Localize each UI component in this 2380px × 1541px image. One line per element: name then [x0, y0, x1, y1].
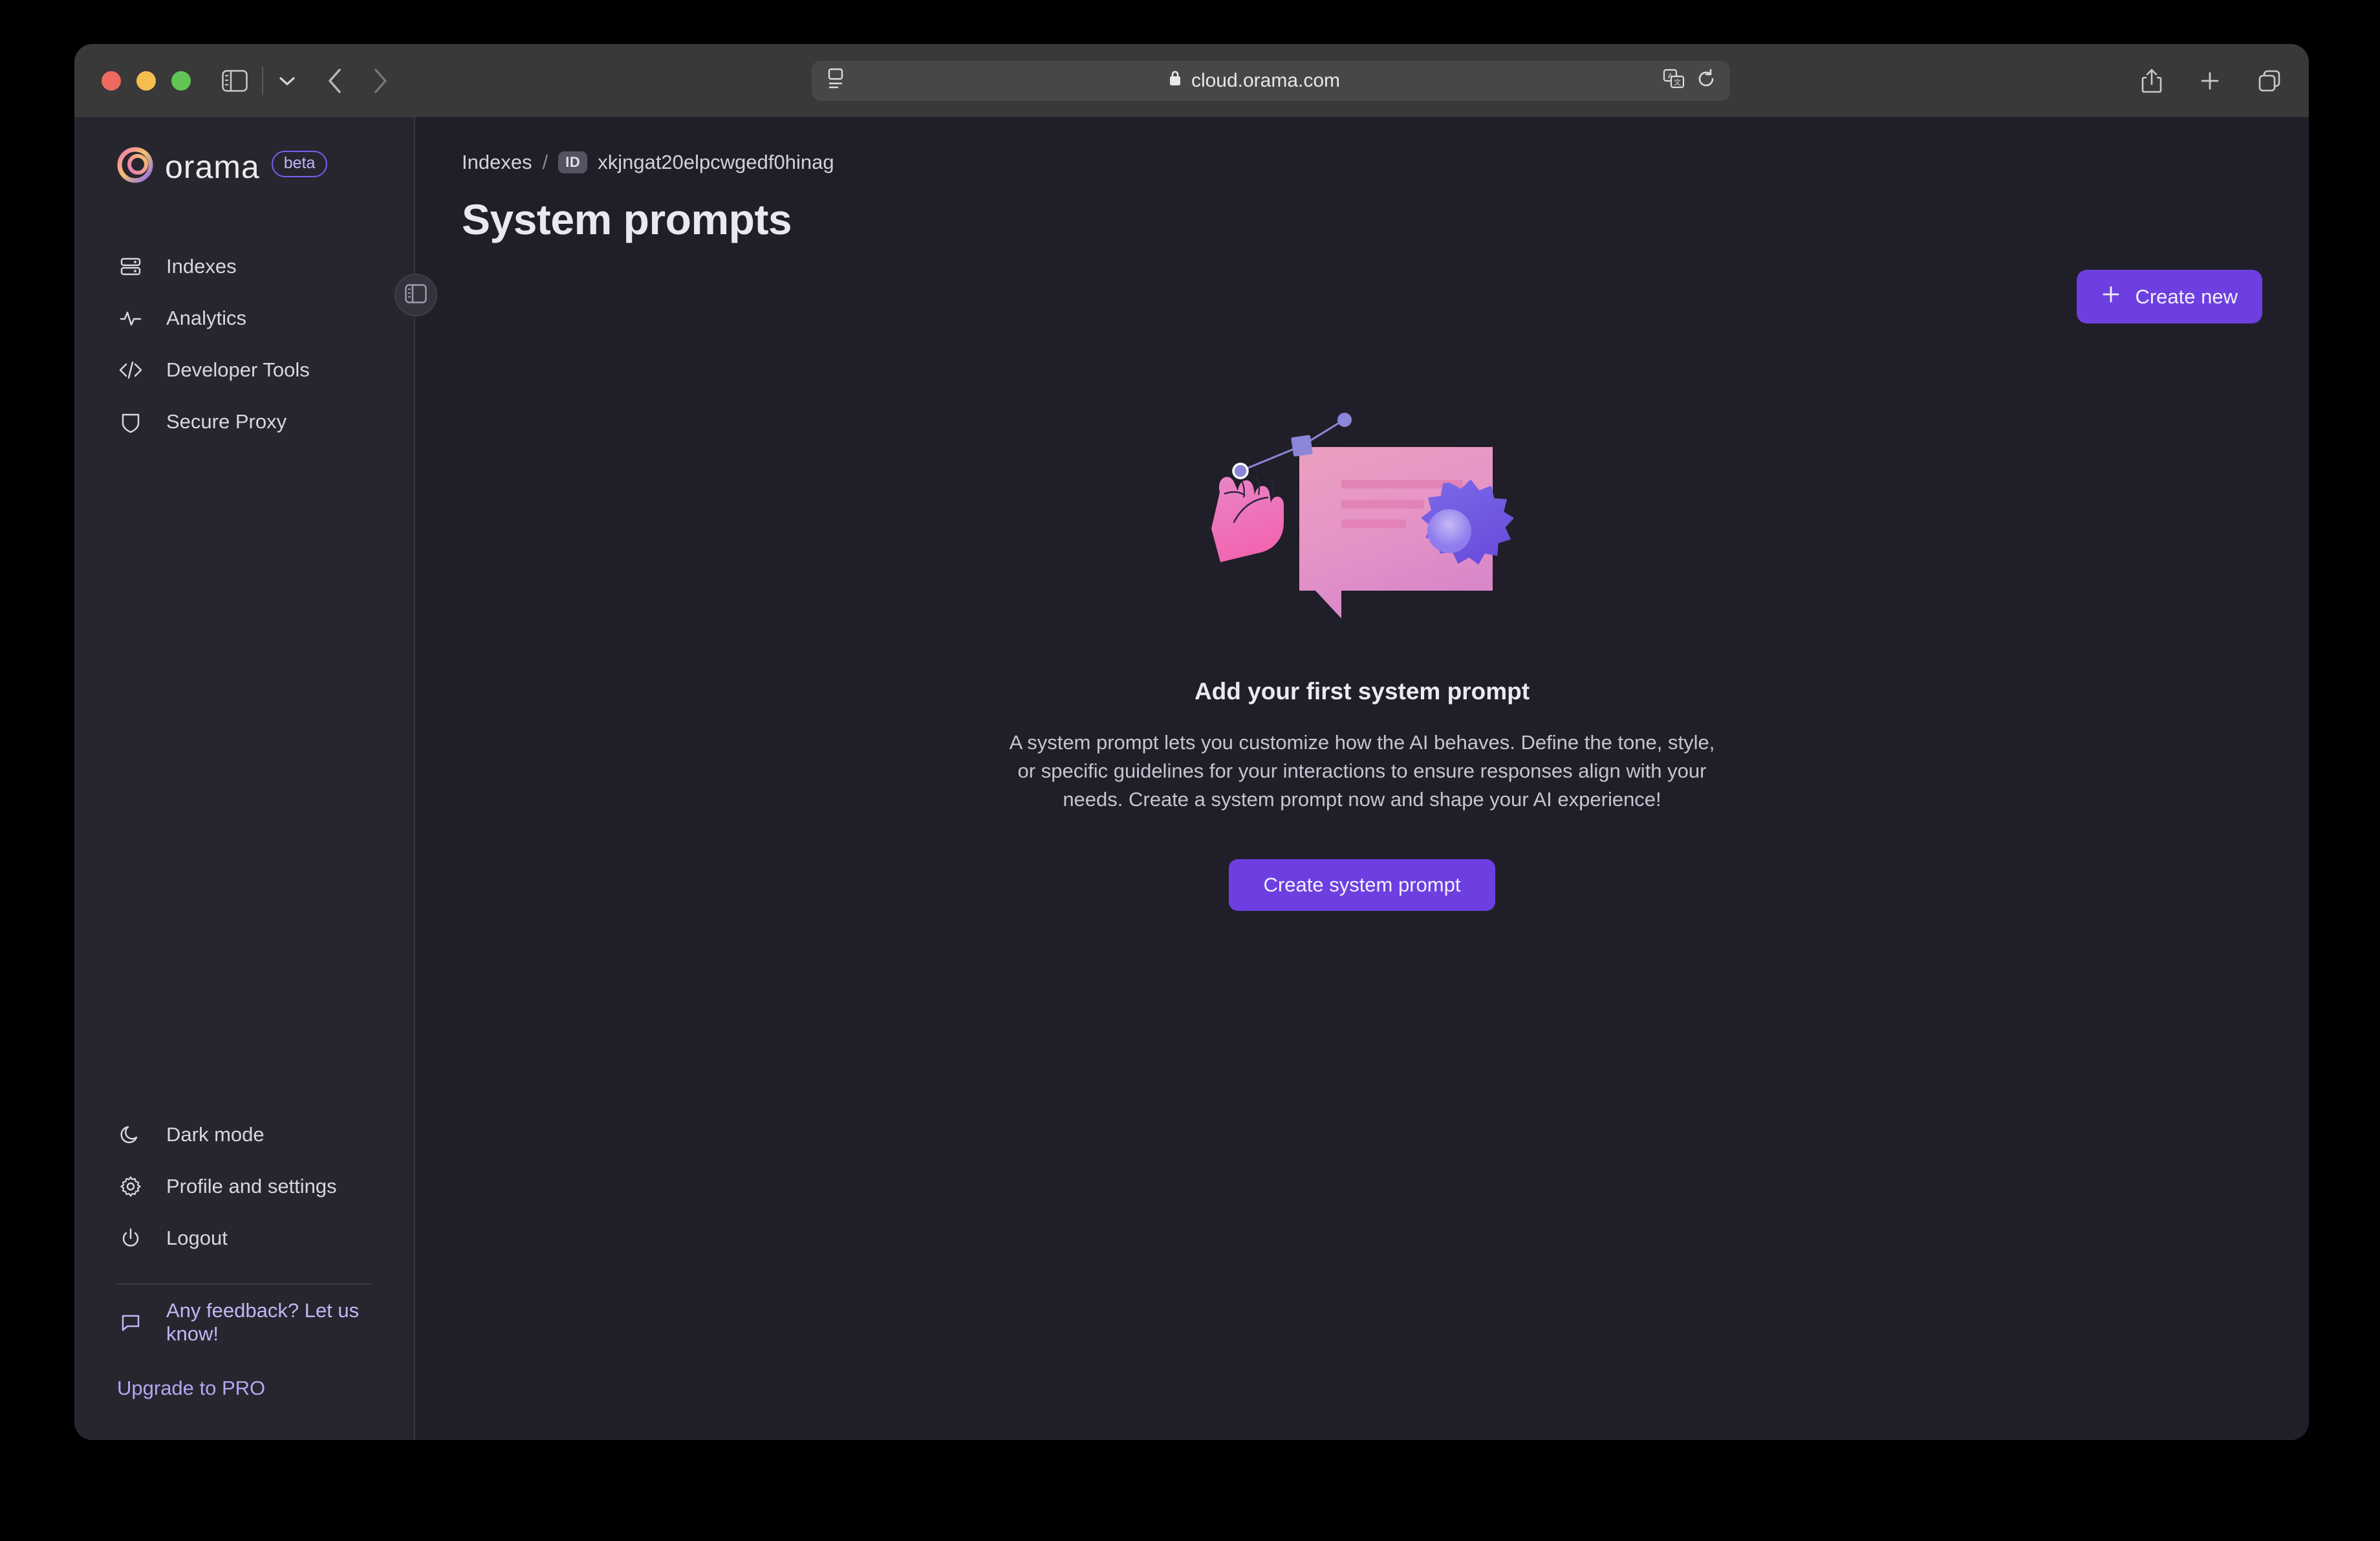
- sidebar-item-label: Secure Proxy: [166, 410, 287, 433]
- browser-toolbar: cloud.orama.com A文: [74, 44, 2309, 117]
- lock-icon: [1168, 69, 1182, 93]
- back-arrow-icon[interactable]: [327, 67, 343, 94]
- sidebar-item-secure-proxy[interactable]: Secure Proxy: [99, 396, 389, 448]
- primary-navigation: Indexes Analytics Developer Tools Secure…: [99, 241, 389, 448]
- sidebar-item-analytics[interactable]: Analytics: [99, 292, 389, 344]
- brand-name: orama: [165, 148, 260, 185]
- sidebar-collapse-button[interactable]: [395, 274, 437, 316]
- sidebar-toggle-icon[interactable]: [222, 69, 248, 92]
- upgrade-to-pro-link[interactable]: Upgrade to PRO: [99, 1360, 389, 1440]
- create-new-label: Create new: [2135, 285, 2238, 308]
- power-icon: [117, 1227, 144, 1249]
- orama-logo-icon: [117, 147, 153, 186]
- plus-icon: [2101, 285, 2121, 309]
- reader-view-icon[interactable]: [826, 67, 845, 94]
- empty-state: Add your first system prompt A system pr…: [415, 395, 2309, 912]
- minimize-window-button[interactable]: [136, 71, 156, 91]
- sidebar-item-indexes[interactable]: Indexes: [99, 241, 389, 292]
- share-icon[interactable]: [2141, 67, 2163, 94]
- sidebar-item-feedback[interactable]: Any feedback? Let us know!: [99, 1285, 389, 1360]
- url-text: cloud.orama.com: [1191, 69, 1341, 91]
- sidebar: orama beta Indexes Analytics Developer T…: [74, 117, 415, 1440]
- svg-text:文: 文: [1674, 78, 1681, 87]
- create-system-prompt-button[interactable]: Create system prompt: [1228, 859, 1496, 912]
- activity-icon: [117, 307, 144, 330]
- toolbar-divider: [262, 66, 263, 95]
- window-traffic-lights: [102, 71, 191, 91]
- chevron-down-icon[interactable]: [277, 74, 297, 87]
- reload-icon[interactable]: [1696, 69, 1716, 93]
- translate-icon[interactable]: A文: [1663, 69, 1685, 93]
- empty-state-title: Add your first system prompt: [1194, 678, 1530, 705]
- breadcrumb-index-id[interactable]: xkjngat20elpcwgedf0hinag: [598, 151, 834, 174]
- empty-state-description: A system prompt lets you customize how t…: [1009, 731, 1715, 811]
- sidebar-item-label: Dark mode: [166, 1123, 265, 1146]
- sidebar-item-label: Logout: [166, 1227, 228, 1249]
- breadcrumb-separator: /: [542, 151, 548, 173]
- moon-icon: [117, 1124, 144, 1146]
- sidebar-item-profile-settings[interactable]: Profile and settings: [99, 1161, 389, 1212]
- tab-overview-icon[interactable]: [2257, 69, 2282, 93]
- close-window-button[interactable]: [102, 71, 121, 91]
- brand-logo[interactable]: orama beta: [99, 117, 389, 186]
- id-badge: ID: [558, 151, 588, 173]
- sidebar-item-dark-mode[interactable]: Dark mode: [99, 1109, 389, 1161]
- create-new-button[interactable]: Create new: [2077, 270, 2262, 323]
- sidebar-bottom-navigation: Dark mode Profile and settings Logout An…: [99, 1109, 389, 1440]
- main-content: Indexes / ID xkjngat20elpcwgedf0hinag Sy…: [415, 117, 2309, 1440]
- sidebar-item-label: Profile and settings: [166, 1175, 337, 1197]
- sidebar-item-label: Indexes: [166, 255, 237, 278]
- sidebar-item-logout[interactable]: Logout: [99, 1212, 389, 1264]
- navigation-arrows: [327, 67, 389, 94]
- app-body: orama beta Indexes Analytics Developer T…: [74, 117, 2309, 1440]
- sidebar-item-label: Analytics: [166, 307, 247, 329]
- sidebar-collapse-icon: [405, 283, 427, 307]
- shield-icon: [117, 410, 144, 433]
- breadcrumb-root-link[interactable]: Indexes: [462, 151, 532, 174]
- sidebar-item-label: Developer Tools: [166, 358, 310, 381]
- url-text-container: cloud.orama.com: [845, 69, 1663, 93]
- browser-window: cloud.orama.com A文 orama beta Indexes An…: [74, 44, 2309, 1440]
- gear-icon: [117, 1175, 144, 1197]
- forward-arrow-icon[interactable]: [372, 67, 389, 94]
- sidebar-item-label: Any feedback? Let us know!: [166, 1299, 360, 1345]
- address-bar[interactable]: cloud.orama.com A文: [812, 60, 1730, 101]
- code-brackets-icon: [117, 358, 144, 382]
- plus-icon[interactable]: [2199, 70, 2221, 92]
- page-title: System prompts: [462, 195, 792, 243]
- chat-bubble-icon: [117, 1311, 144, 1333]
- maximize-window-button[interactable]: [171, 71, 191, 91]
- address-bar-actions: A文: [1663, 69, 1716, 93]
- beta-badge: beta: [271, 151, 328, 177]
- toolbar-right-actions: [2141, 67, 2282, 94]
- empty-state-illustration: [1194, 395, 1530, 618]
- breadcrumb: Indexes / ID xkjngat20elpcwgedf0hinag: [462, 151, 2262, 174]
- sidebar-item-developer-tools[interactable]: Developer Tools: [99, 344, 389, 396]
- server-stack-icon: [117, 255, 144, 278]
